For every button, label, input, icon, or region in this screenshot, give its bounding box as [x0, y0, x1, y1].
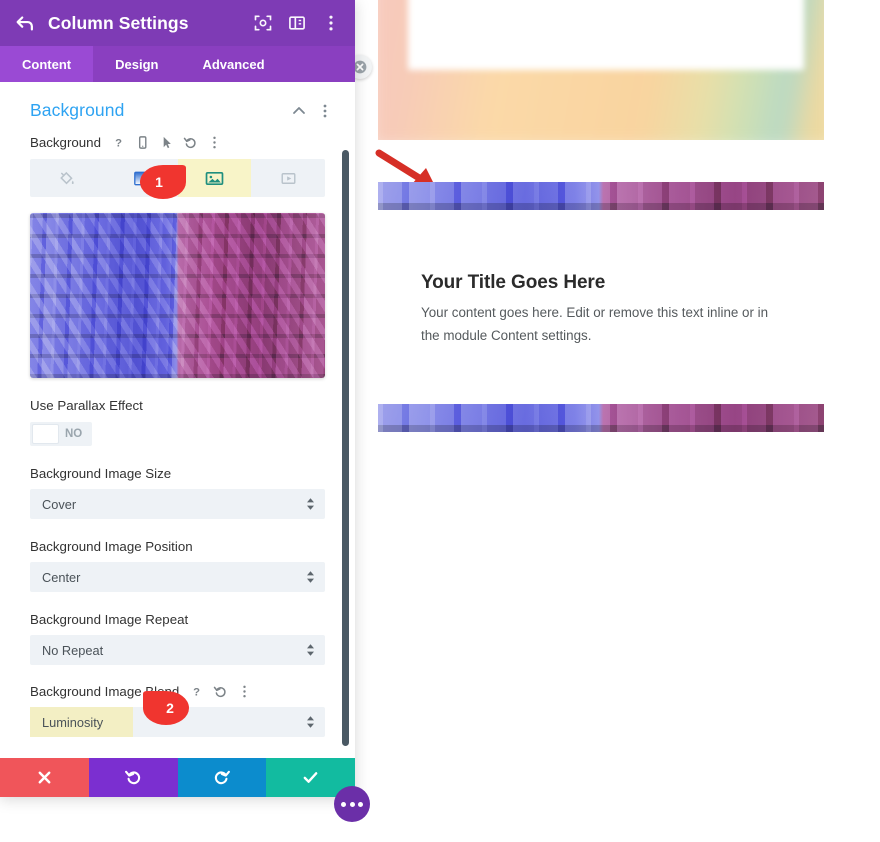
panel-header: Column Settings — [0, 0, 355, 46]
kebab-menu-icon[interactable] — [317, 103, 333, 119]
image-size-select[interactable]: Cover — [30, 489, 325, 519]
help-icon[interactable]: ? — [111, 135, 126, 150]
tab-advanced[interactable]: Advanced — [180, 46, 286, 82]
video-icon — [281, 172, 296, 184]
stepper-arrows-icon — [307, 571, 314, 583]
annotation-marker-1: 1 — [140, 165, 186, 199]
parallax-label: Use Parallax Effect — [30, 398, 143, 413]
image-position-select[interactable]: Center — [30, 562, 325, 592]
three-dots-icon — [341, 801, 347, 807]
background-color-tab[interactable] — [30, 159, 104, 197]
reset-undo-icon[interactable] — [213, 684, 228, 699]
image-repeat-label: Background Image Repeat — [30, 612, 189, 627]
cancel-button[interactable] — [0, 758, 89, 797]
tab-content-label: Content — [22, 56, 72, 72]
expand-view-icon[interactable] — [253, 13, 273, 33]
image-repeat-value: No Repeat — [42, 642, 104, 658]
help-icon[interactable]: ? — [189, 684, 204, 699]
toggle-knob — [32, 424, 59, 444]
three-dots-icon — [349, 801, 355, 807]
more-options-fab[interactable] — [334, 786, 370, 822]
panel-scrollbar[interactable] — [342, 150, 349, 746]
column-background-strip-bottom — [378, 404, 824, 432]
column-settings-panel: Column Settings Content Design Advanced — [0, 0, 355, 797]
reset-undo-icon[interactable] — [183, 135, 198, 150]
stepper-arrows-icon — [307, 644, 314, 656]
image-size-value: Cover — [42, 496, 77, 512]
paint-bucket-icon — [60, 171, 75, 184]
svg-text:?: ? — [115, 138, 122, 150]
preview-body-text: Your content goes here. Edit or remove t… — [421, 305, 769, 344]
tab-design[interactable]: Design — [93, 46, 180, 82]
undo-button[interactable] — [88, 758, 178, 797]
stepper-arrows-icon — [307, 498, 314, 510]
split-layout-icon[interactable] — [287, 13, 307, 33]
image-position-label: Background Image Position — [30, 539, 193, 554]
resize-icon — [353, 60, 367, 74]
parallax-toggle[interactable]: NO — [30, 422, 92, 446]
redo-icon — [215, 770, 231, 785]
chevron-up-icon[interactable] — [291, 103, 307, 119]
background-field-header: Background ? — [0, 121, 355, 150]
checkmark-icon — [303, 772, 318, 783]
background-section-header[interactable]: Background — [0, 82, 355, 121]
preview-title: Your Title Goes Here — [421, 272, 606, 293]
background-video-tab[interactable] — [251, 159, 325, 197]
section-title: Background — [30, 100, 125, 120]
panel-action-bar — [0, 758, 355, 797]
marker-number: 1 — [155, 174, 163, 190]
blurred-module-preview — [378, 0, 824, 140]
hover-cursor-icon[interactable] — [159, 135, 174, 150]
background-image-tab[interactable] — [177, 159, 252, 197]
parallax-toggle-value: NO — [65, 428, 83, 440]
background-image-preview[interactable] — [30, 213, 325, 378]
panel-title: Column Settings — [48, 12, 189, 33]
responsive-mobile-icon[interactable] — [135, 135, 150, 150]
back-arrow-icon[interactable] — [14, 12, 36, 34]
background-field-label: Background — [30, 135, 101, 150]
settings-tabs: Content Design Advanced — [0, 46, 355, 82]
tab-advanced-label: Advanced — [202, 56, 265, 72]
column-background-strip-top — [378, 182, 824, 210]
blurred-content-card — [408, 0, 804, 70]
undo-icon — [124, 770, 140, 785]
marker-number: 2 — [166, 700, 174, 716]
tab-design-label: Design — [115, 56, 159, 72]
close-x-icon — [38, 771, 51, 784]
svg-text:?: ? — [193, 687, 200, 699]
image-repeat-select[interactable]: No Repeat — [30, 635, 325, 665]
tab-content[interactable]: Content — [0, 46, 94, 82]
kebab-menu-icon[interactable] — [321, 13, 341, 33]
image-size-label: Background Image Size — [30, 466, 172, 481]
image-position-value: Center — [42, 569, 81, 585]
three-dots-icon — [357, 801, 363, 807]
redo-button[interactable] — [177, 758, 267, 797]
annotation-marker-2: 2 — [143, 691, 189, 725]
kebab-menu-icon[interactable] — [237, 684, 252, 699]
kebab-menu-icon[interactable] — [207, 135, 222, 150]
image-icon — [205, 171, 224, 185]
stepper-arrows-icon — [307, 716, 314, 728]
